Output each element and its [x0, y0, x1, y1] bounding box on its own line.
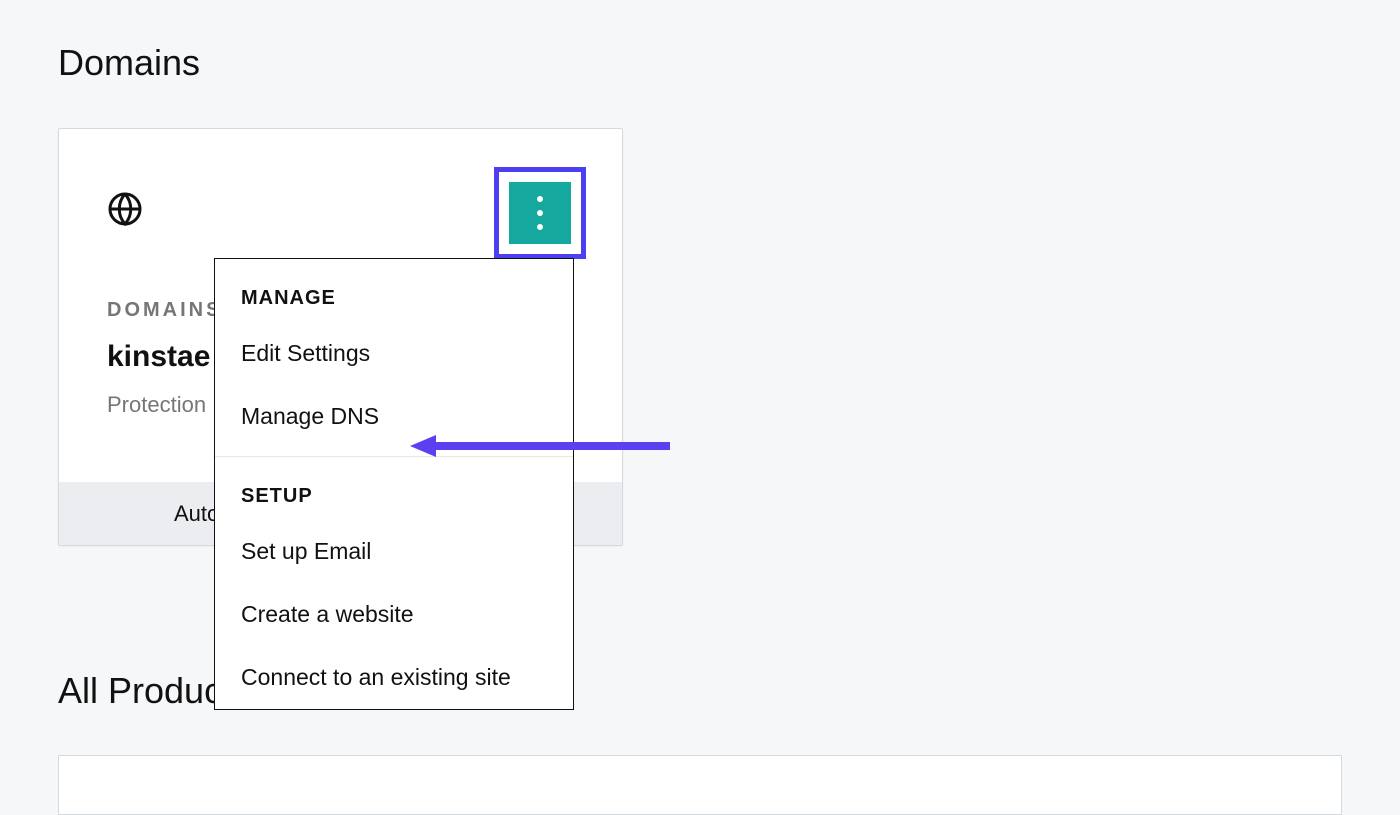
- kebab-menu-button[interactable]: [509, 182, 571, 244]
- menu-item-edit-settings[interactable]: Edit Settings: [215, 322, 573, 385]
- auto-renew-text: Auto: [174, 501, 219, 527]
- kebab-dot-icon: [537, 224, 543, 230]
- globe-icon: [107, 191, 143, 227]
- kebab-dot-icon: [537, 210, 543, 216]
- kebab-highlight: [494, 167, 586, 259]
- card-header: [59, 129, 622, 279]
- domain-actions-menu: MANAGE Edit Settings Manage DNS SETUP Se…: [214, 258, 574, 710]
- menu-item-connect-site[interactable]: Connect to an existing site: [215, 646, 573, 709]
- menu-item-setup-email[interactable]: Set up Email: [215, 520, 573, 583]
- menu-section-setup: SETUP: [215, 457, 573, 520]
- menu-section-manage: MANAGE: [215, 259, 573, 322]
- products-panel: [58, 755, 1342, 815]
- menu-item-manage-dns[interactable]: Manage DNS: [215, 385, 573, 448]
- all-products-title: All Product: [58, 670, 232, 712]
- kebab-dot-icon: [537, 196, 543, 202]
- menu-item-create-website[interactable]: Create a website: [215, 583, 573, 646]
- page-title: Domains: [58, 42, 200, 84]
